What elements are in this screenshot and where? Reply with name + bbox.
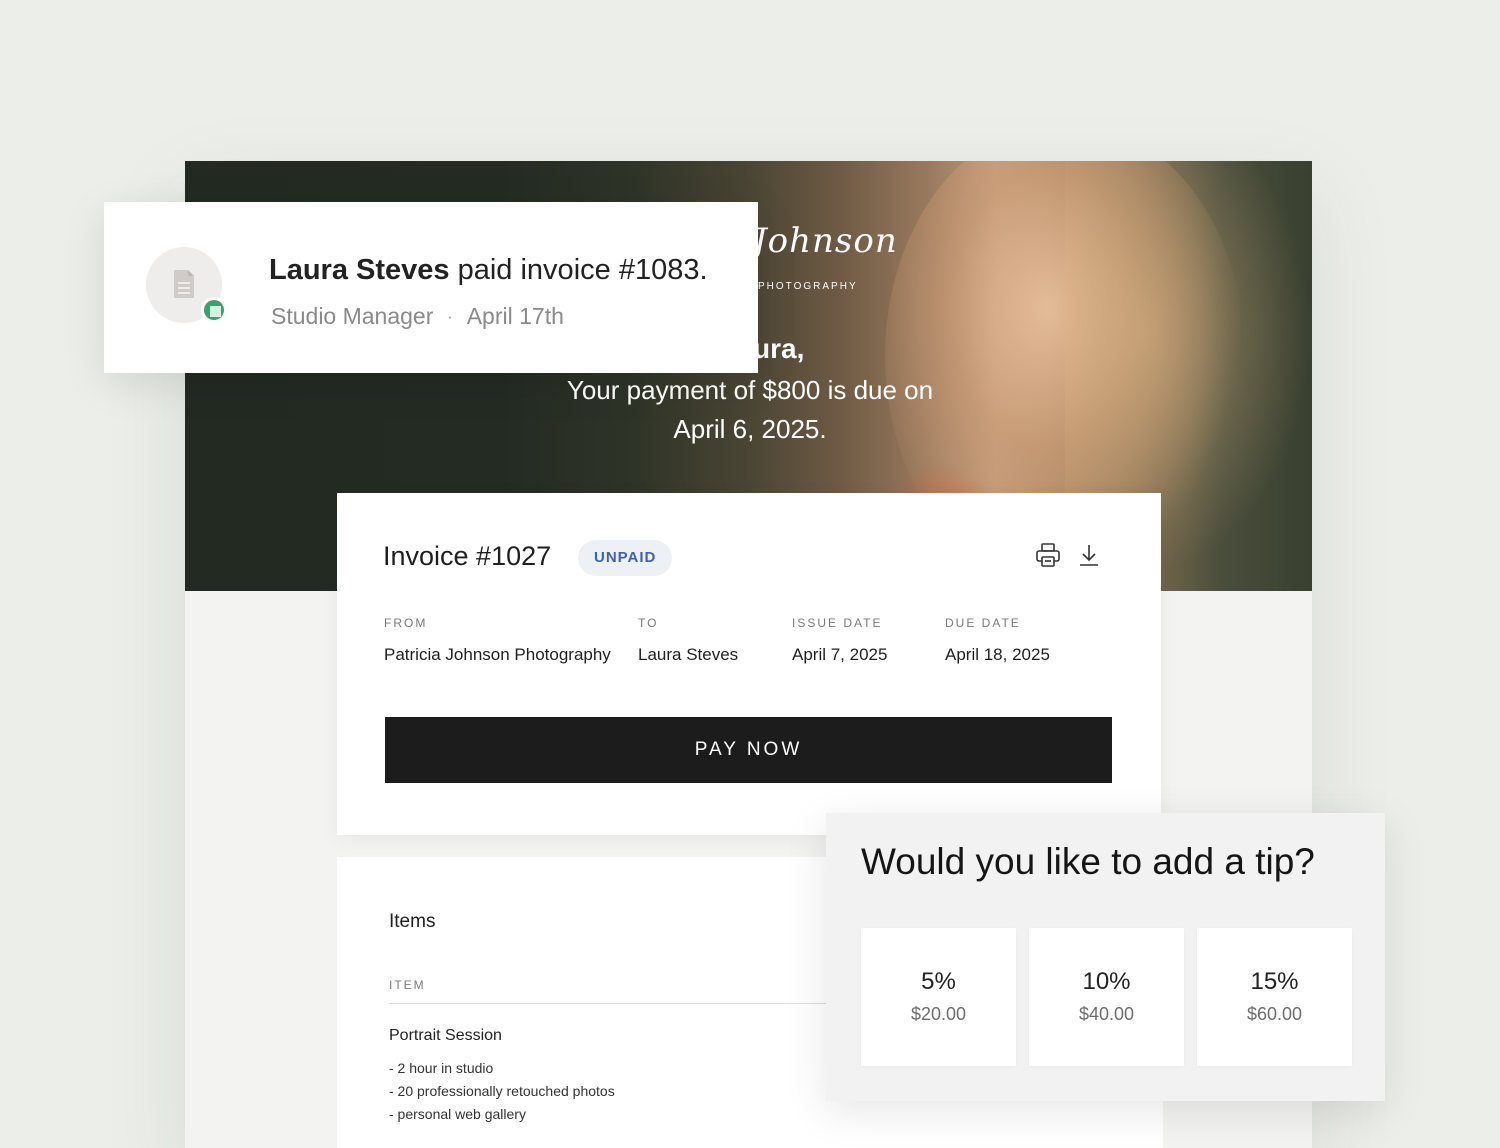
document-icon xyxy=(174,270,194,298)
meta-from: FROM Patricia Johnson Photography xyxy=(384,616,611,665)
tip-option-10[interactable]: 10% $40.00 xyxy=(1029,928,1184,1066)
hero-message: Your payment of $800 is due on April 6, … xyxy=(566,375,934,444)
meta-to-value: Laura Steves xyxy=(638,645,739,664)
tip-percent: 10% xyxy=(1082,968,1131,995)
item-name: Portrait Session xyxy=(389,1027,502,1044)
items-title: Items xyxy=(389,911,436,932)
app-badge-icon xyxy=(201,297,227,323)
item-detail: - personal web gallery xyxy=(389,1106,526,1122)
invoice-title: Invoice #1027 xyxy=(383,541,552,571)
tip-option-15[interactable]: 15% $60.00 xyxy=(1197,928,1352,1066)
notification-separator: · xyxy=(447,308,453,326)
meta-issue-date: ISSUE DATE April 7, 2025 xyxy=(792,616,887,665)
meta-issue-date-label: ISSUE DATE xyxy=(792,616,883,630)
tip-percent: 15% xyxy=(1250,968,1299,995)
meta-from-value: Patricia Johnson Photography xyxy=(384,645,611,664)
brand-subtitle: PHOTOGRAPHY xyxy=(758,281,858,292)
invoice-card: Invoice #1027 UNPAID FROM Patricia Johns… xyxy=(337,493,1161,835)
notification-title: Laura Steves paid invoice #1083. xyxy=(269,254,708,287)
items-column-header: ITEM xyxy=(389,978,426,992)
tip-option-5[interactable]: 5% $20.00 xyxy=(861,928,1016,1066)
pay-now-button[interactable]: PAY NOW xyxy=(385,717,1112,783)
meta-from-label: FROM xyxy=(384,616,428,630)
notification-source: Studio Manager xyxy=(271,303,434,329)
tip-card: Would you like to add a tip? 5% $20.00 1… xyxy=(826,813,1385,1101)
item-detail: - 2 hour in studio xyxy=(389,1060,494,1076)
meta-due-date: DUE DATE April 18, 2025 xyxy=(945,616,1050,665)
brand-logo: Johnson xyxy=(753,221,898,261)
notification-meta: Studio Manager · April 17th xyxy=(271,303,564,330)
tip-amount: $60.00 xyxy=(1246,1004,1303,1024)
meta-due-date-label: DUE DATE xyxy=(945,616,1021,630)
meta-to-label: TO xyxy=(638,616,659,630)
tip-title: Would you like to add a tip? xyxy=(861,841,1315,882)
printer-icon[interactable] xyxy=(1035,542,1061,568)
download-icon[interactable] xyxy=(1077,542,1101,568)
meta-to: TO Laura Steves xyxy=(638,616,738,665)
meta-due-date-value: April 18, 2025 xyxy=(945,645,1050,664)
notification-action: paid invoice #1083. xyxy=(449,254,708,286)
hero-greeting: ura, xyxy=(753,333,805,364)
tip-amount: $40.00 xyxy=(1078,1004,1135,1024)
notification-client-name: Laura Steves xyxy=(269,254,450,286)
status-badge: UNPAID xyxy=(578,540,673,576)
stage: Johnson PHOTOGRAPHY ura, Your payment of… xyxy=(0,0,1500,1148)
item-detail: - 20 professionally retouched photos xyxy=(389,1083,615,1099)
meta-issue-date-value: April 7, 2025 xyxy=(792,645,888,664)
items-divider xyxy=(389,1003,889,1004)
tip-amount: $20.00 xyxy=(910,1004,967,1024)
item-details: - 2 hour in studio - 20 professionally r… xyxy=(389,1057,615,1126)
notification-date: April 17th xyxy=(466,303,564,329)
payment-notification[interactable]: Laura Steves paid invoice #1083. Studio … xyxy=(104,202,758,373)
tip-percent: 5% xyxy=(921,968,956,995)
